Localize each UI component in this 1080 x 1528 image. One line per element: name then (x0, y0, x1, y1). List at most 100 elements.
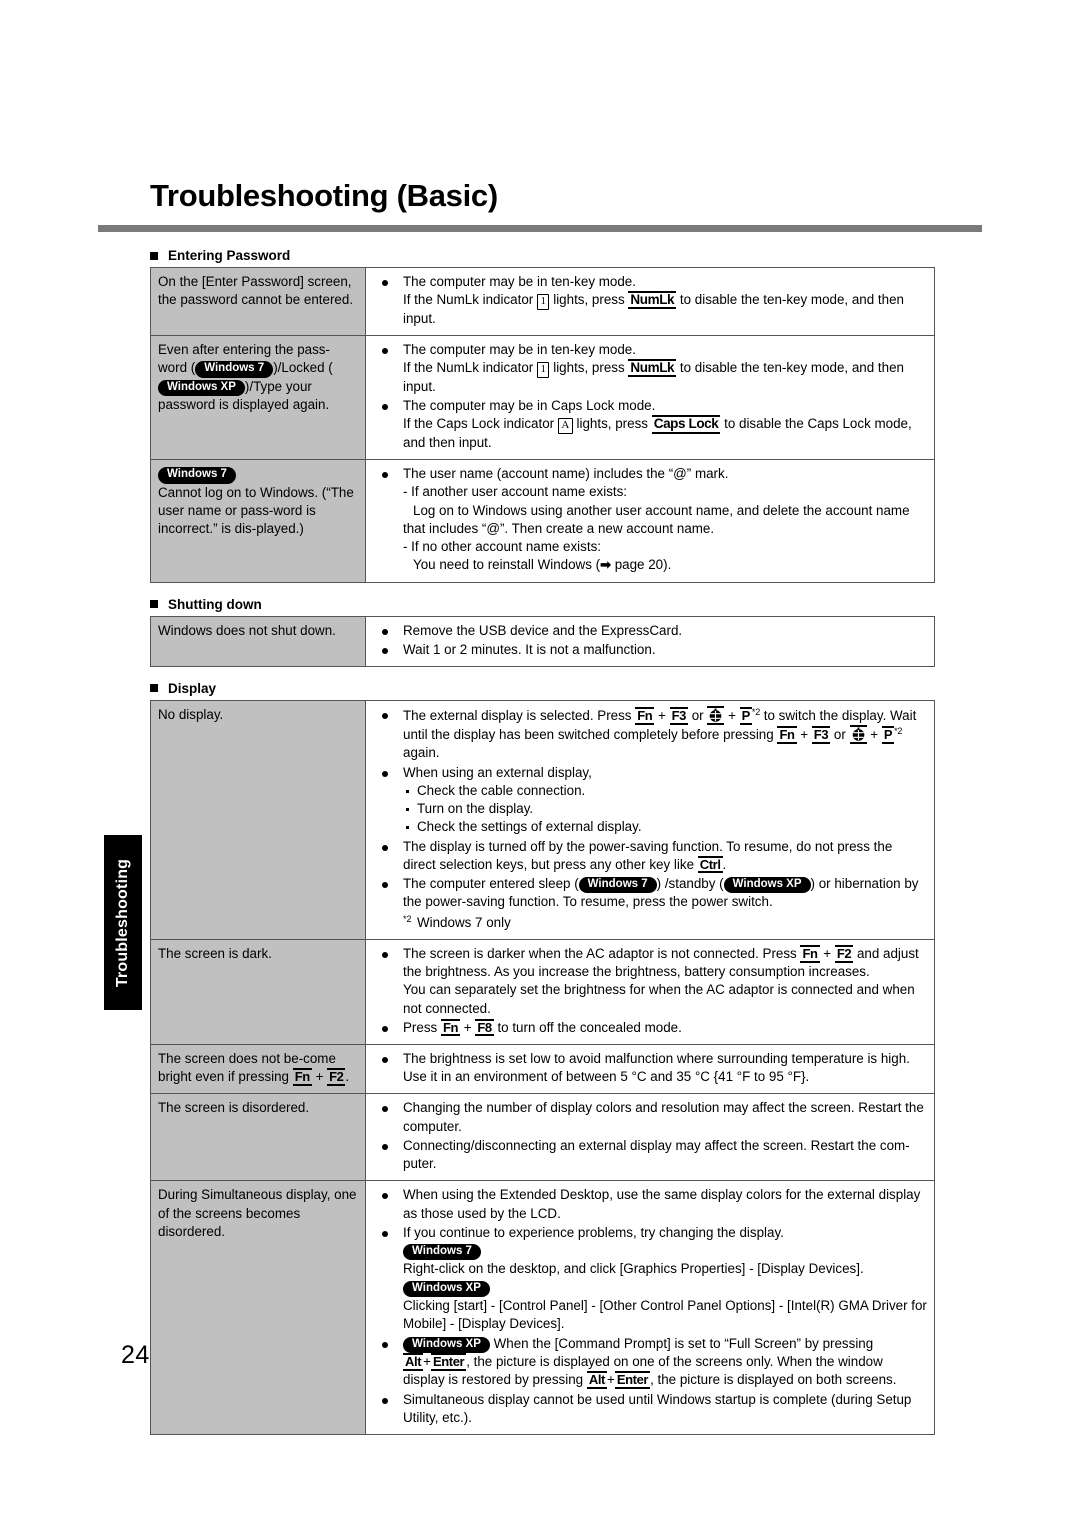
text: )/Locked ( (273, 360, 333, 376)
table-row: The screen is disordered. Changing the n… (150, 1093, 935, 1182)
capslock-key-icon: Caps Lock (651, 415, 721, 434)
text: The computer may be in ten-key mode. (403, 342, 636, 358)
p-key-icon: P (881, 726, 895, 744)
square-bullet-icon (150, 600, 158, 609)
text: or (833, 727, 846, 743)
remedy-cell: The computer may be in ten-key mode. If … (365, 335, 935, 461)
text: Cannot log on to Windows. (158, 484, 319, 500)
windows-xp-badge: Windows XP (723, 876, 811, 894)
fn-key-icon: Fn (292, 1068, 312, 1086)
table-row: Windows does not shut down. Remove the U… (150, 615, 935, 667)
text: The computer entered sleep ( (403, 875, 579, 891)
windows-xp-badge: Windows XP (158, 379, 245, 397)
section-heading-entering-password: Entering Password (150, 248, 935, 263)
text: Clicking [start] - [Control Panel] - [Ot… (403, 1298, 927, 1332)
text: page 20). (614, 557, 672, 573)
remedy-cell: The brightness is set low to avoid malfu… (365, 1043, 935, 1095)
text: The computer may be in Caps Lock mode. (403, 398, 656, 414)
text: The display is turned off by the power-s… (403, 838, 893, 872)
text: Right-click on the desktop, and click [G… (403, 1261, 864, 1277)
text: You need to reinstall Windows ( (413, 557, 601, 573)
footnote-item: *2 Windows 7 only (373, 913, 927, 932)
footnote-marker: *2 (403, 913, 412, 924)
title-divider (98, 225, 982, 232)
text: If the Caps Lock indicator (403, 416, 555, 432)
remedy-cell: The computer may be in ten-key mode. If … (365, 266, 935, 337)
enter-key-icon: Enter (614, 1371, 651, 1390)
windows-7-badge: Windows 7 (578, 876, 657, 894)
section-heading-label: Entering Password (168, 248, 291, 263)
text: lights, press (553, 360, 625, 376)
text: The computer may be in ten-key mode. (403, 274, 636, 289)
list-item: Windows XP When the [Command Prompt] is … (373, 1335, 927, 1390)
text: again. (403, 745, 440, 761)
remedy-cell: Remove the USB device and the ExpressCar… (365, 615, 935, 667)
text: lights, press (576, 416, 648, 432)
section-side-tab: Troubleshooting (104, 835, 142, 1010)
symptom-cell: The screen is disordered. (150, 1093, 366, 1182)
table-row: During Simultaneous display, one of the … (150, 1180, 935, 1436)
text: . (345, 1069, 350, 1085)
enter-key-icon: Enter (430, 1353, 467, 1371)
text: , the picture is displayed on both scree… (650, 1372, 897, 1388)
table-row: The screen does not be-come bright even … (150, 1043, 935, 1095)
numlk-key-icon: NumLk (628, 291, 677, 310)
windows-7-badge: Windows 7 (158, 467, 236, 484)
page-title: Troubleshooting (Basic) (150, 178, 498, 213)
windows-key-icon (849, 725, 867, 745)
square-bullet-icon (150, 684, 158, 693)
windows-xp-badge: Windows XP (403, 1336, 490, 1354)
f3-key-icon: F3 (669, 706, 688, 725)
list-item: Remove the USB device and the ExpressCar… (373, 622, 927, 640)
list-item: Simultaneous display cannot be used unti… (373, 1391, 927, 1427)
text: lights, press (553, 292, 625, 308)
table-row: Even after entering the pass-word (Windo… (150, 335, 935, 461)
list-item: When using the Extended Desktop, use the… (373, 1186, 927, 1222)
symptom-cell: The screen does not be-come bright even … (150, 1043, 366, 1095)
symptom-cell: The screen is dark. (150, 938, 366, 1046)
list-item: The display is turned off by the power-s… (373, 838, 927, 874)
numlk-key-icon: NumLk (628, 359, 677, 378)
p-key-icon: P (739, 706, 752, 725)
list-item: The computer may be in ten-key mode. If … (373, 341, 927, 396)
remedy-cell: The user name (account name) includes th… (365, 459, 935, 583)
numlk-indicator-icon: 1 (536, 362, 550, 378)
list-item: The computer may be in Caps Lock mode. I… (373, 397, 927, 452)
text: The user name (account name) includes th… (403, 466, 729, 482)
text: The external display is selected. Press (403, 707, 632, 723)
f2-key-icon: F2 (327, 1068, 346, 1086)
side-tab-label: Troubleshooting (114, 858, 131, 987)
list-item: Wait 1 or 2 minutes. It is not a malfunc… (373, 641, 927, 659)
windows-7-badge: Windows 7 (195, 361, 274, 378)
symptom-cell: Even after entering the pass-word (Windo… (150, 335, 366, 461)
list-item: The external display is selected. Press … (373, 705, 927, 763)
windows-7-badge: Windows 7 (403, 1243, 481, 1261)
f8-key-icon: F8 (475, 1018, 494, 1037)
text: When the [Command Prompt] is set to “Ful… (493, 1335, 874, 1351)
text: Log on to Windows using another user acc… (403, 502, 910, 536)
text: - If another user account name exists: (403, 484, 628, 500)
symptom-cell: No display. (150, 699, 366, 940)
text: The screen is darker when the AC adaptor… (403, 945, 797, 961)
content-column: Entering Password On the [Enter Password… (150, 248, 935, 1436)
remedy-cell: When using the Extended Desktop, use the… (365, 1180, 935, 1436)
numlk-indicator-icon: 1 (536, 294, 550, 310)
windows-xp-badge: Windows XP (403, 1280, 490, 1298)
symptom-cell: Windows 7 Cannot log on to Windows. (“Th… (150, 459, 366, 583)
capslock-indicator-icon: A (557, 418, 573, 435)
text: - If no other account name exists: (403, 539, 601, 555)
text: ) /standby ( (656, 875, 724, 891)
f2-key-icon: F2 (834, 944, 854, 963)
square-bullet-icon (150, 251, 158, 260)
text: to turn off the concealed mode. (497, 1019, 682, 1035)
list-item: The user name (account name) includes th… (373, 465, 927, 574)
text: If the NumLk indicator (403, 292, 534, 308)
list-item: Connecting/disconnecting an external dis… (373, 1137, 927, 1173)
text: or (691, 707, 704, 723)
table-display: No display. The external display is sele… (150, 699, 935, 1436)
text: You can separately set the brightness fo… (403, 982, 915, 1016)
fn-key-icon: Fn (800, 944, 820, 963)
remedy-cell: The screen is darker when the AC adaptor… (365, 938, 935, 1046)
f3-key-icon: F3 (811, 726, 831, 744)
symptom-cell: Windows does not shut down. (150, 615, 366, 667)
